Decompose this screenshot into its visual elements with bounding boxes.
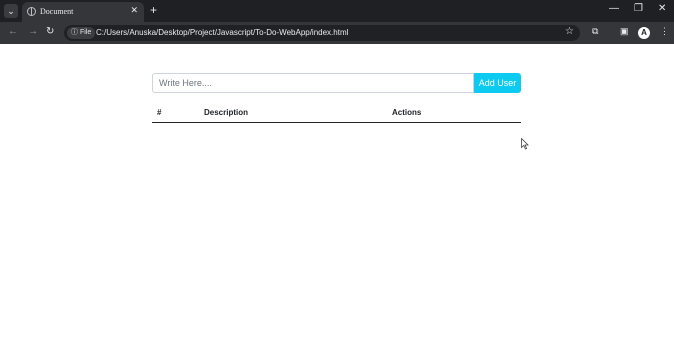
add-user-button[interactable]: Add User <box>474 73 521 93</box>
side-panel-icon[interactable]: ▣ <box>620 26 629 37</box>
window-close-icon[interactable]: ✕ <box>658 3 666 14</box>
browser-toolbar: ← → ↻ ⓘ File C:/Users/Anuska/Desktop/Pro… <box>0 22 674 44</box>
address-bar[interactable]: ⓘ File C:/Users/Anuska/Desktop/Project/J… <box>64 25 580 41</box>
minimize-icon[interactable]: — <box>609 3 619 14</box>
menu-icon[interactable]: ⋮ <box>660 26 669 37</box>
page-content: Add User # Description Actions <box>0 44 674 360</box>
column-header-number: # <box>157 108 162 117</box>
back-icon[interactable]: ← <box>8 26 18 37</box>
file-chip-label: File <box>79 29 92 36</box>
site-info-chip[interactable]: ⓘ File <box>67 27 96 39</box>
reload-icon[interactable]: ↻ <box>46 26 54 37</box>
tab-search-button[interactable]: ⌄ <box>4 4 18 18</box>
restore-icon[interactable]: ❐ <box>634 3 643 14</box>
browser-tab[interactable]: Document ✕ <box>22 2 144 22</box>
globe-icon <box>27 7 36 16</box>
column-header-description: Description <box>204 108 249 117</box>
column-header-actions: Actions <box>392 108 422 117</box>
new-tab-button[interactable]: + <box>150 3 157 17</box>
extensions-icon[interactable]: ⧉ <box>592 26 598 37</box>
table-header-row: # Description Actions <box>152 104 521 123</box>
close-tab-icon[interactable]: ✕ <box>130 5 138 16</box>
url-text[interactable]: C:/Users/Anuska/Desktop/Project/Javascri… <box>96 28 348 37</box>
tab-title: Document <box>40 7 74 16</box>
bookmark-star-icon[interactable]: ☆ <box>565 26 574 37</box>
mouse-pointer-icon <box>521 138 529 150</box>
profile-avatar[interactable]: A <box>638 27 650 39</box>
forward-icon[interactable]: → <box>28 26 38 37</box>
browser-tab-strip: ⌄ Document ✕ + — ❐ ✕ <box>0 0 674 22</box>
todo-input[interactable] <box>152 73 474 93</box>
